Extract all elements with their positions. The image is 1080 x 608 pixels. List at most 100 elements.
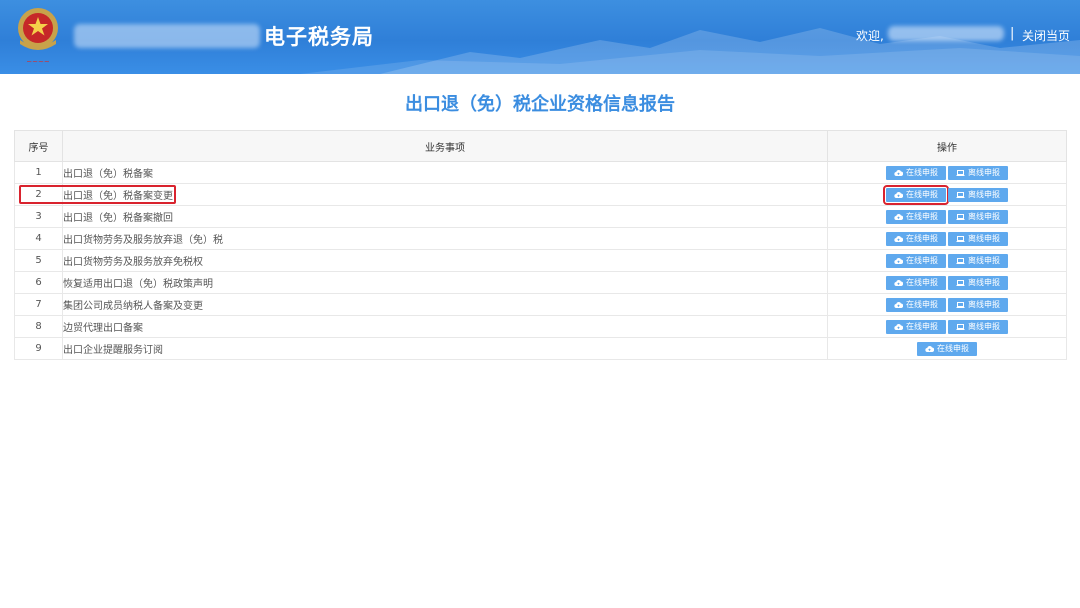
- row-number: 6: [14, 271, 63, 294]
- online-declare-label: 在线申报: [906, 189, 938, 199]
- online-declare-label: 在线申报: [906, 167, 938, 177]
- row-number: 7: [14, 293, 63, 316]
- online-declare-button[interactable]: 在线申报: [886, 253, 946, 268]
- blurred-user-name: [888, 26, 1004, 41]
- online-declare-label: 在线申报: [937, 343, 969, 353]
- offline-declare-button[interactable]: 离线申报: [948, 319, 1008, 334]
- laptop-icon: [956, 301, 965, 309]
- cloud-upload-icon: [894, 213, 903, 221]
- table-row: 5 出口货物劳务及服务放弃免税权 在线申报 离线申报: [14, 249, 1067, 272]
- offline-declare-label: 离线申报: [968, 233, 1000, 243]
- tax-emblem-icon: ~~~~: [18, 8, 58, 66]
- table-row: 9 出口企业提醒服务订阅 在线申报: [14, 337, 1067, 360]
- table-row: 3 出口退（免）税备案撤回 在线申报 离线申报: [14, 205, 1067, 228]
- table-row: 2 出口退（免）税备案变更 在线申报 离线申报: [14, 183, 1067, 206]
- online-declare-button[interactable]: 在线申报: [886, 297, 946, 312]
- operation-cell: 在线申报 离线申报: [827, 205, 1067, 228]
- cloud-upload-icon: [894, 191, 903, 199]
- business-item-name: 出口货物劳务及服务放弃免税权: [62, 249, 828, 272]
- cloud-upload-icon: [894, 235, 903, 243]
- page-title: 出口退（免）税企业资格信息报告: [405, 94, 675, 115]
- offline-declare-button[interactable]: 离线申报: [948, 231, 1008, 246]
- business-item-name: 边贸代理出口备案: [62, 315, 828, 338]
- welcome-text: 欢迎,: [856, 29, 884, 43]
- row-number: 4: [14, 227, 63, 250]
- operation-cell: 在线申报 离线申报: [827, 271, 1067, 294]
- business-item-name: 出口退（免）税备案变更: [62, 183, 828, 206]
- online-declare-label: 在线申报: [906, 211, 938, 221]
- online-declare-button[interactable]: 在线申报: [886, 319, 946, 334]
- cloud-upload-icon: [894, 301, 903, 309]
- row-number: 2: [14, 183, 63, 206]
- operation-cell: 在线申报 离线申报: [827, 161, 1067, 184]
- row-number: 5: [14, 249, 63, 272]
- offline-declare-label: 离线申报: [968, 321, 1000, 331]
- row-number: 3: [14, 205, 63, 228]
- laptop-icon: [956, 279, 965, 287]
- col-header-operation: 操作: [827, 130, 1067, 162]
- laptop-icon: [956, 323, 965, 331]
- table-row: 6 恢复适用出口退（免）税政策声明 在线申报 离线申报: [14, 271, 1067, 294]
- business-table: 序号 业务事项 操作 1 出口退（免）税备案 在线申报 离线申报 2 出口退（免）税备案变…: [14, 130, 1067, 360]
- laptop-icon: [956, 257, 965, 265]
- offline-declare-button[interactable]: 离线申报: [948, 209, 1008, 224]
- laptop-icon: [956, 191, 965, 199]
- online-declare-button[interactable]: 在线申报: [883, 184, 949, 205]
- business-item-name: 出口退（免）税备案: [62, 161, 828, 184]
- business-item-name: 出口货物劳务及服务放弃退（免）税: [62, 227, 828, 250]
- row-number: 8: [14, 315, 63, 338]
- online-declare-label: 在线申报: [906, 277, 938, 287]
- laptop-icon: [956, 169, 965, 177]
- header-banner: ~~~~ 电子税务局 欢迎, | 关闭当页: [0, 0, 1080, 74]
- header-separator: |: [1010, 26, 1015, 41]
- close-page-link[interactable]: 关闭当页: [1022, 27, 1070, 44]
- cloud-upload-icon: [894, 279, 903, 287]
- online-declare-label: 在线申报: [906, 321, 938, 331]
- online-declare-button[interactable]: 在线申报: [886, 231, 946, 246]
- offline-declare-label: 离线申报: [968, 211, 1000, 221]
- online-declare-label: 在线申报: [906, 299, 938, 309]
- offline-declare-label: 离线申报: [968, 255, 1000, 265]
- online-declare-label: 在线申报: [906, 255, 938, 265]
- site-title: 电子税务局: [264, 25, 374, 49]
- table-row: 7 集团公司成员纳税人备案及变更 在线申报 离线申报: [14, 293, 1067, 316]
- col-header-item: 业务事项: [62, 130, 828, 162]
- row-number: 9: [14, 337, 63, 360]
- row-number: 1: [14, 161, 63, 184]
- operation-cell: 在线申报 离线申报: [827, 227, 1067, 250]
- operation-cell: 在线申报: [827, 337, 1067, 360]
- operation-cell: 在线申报 离线申报: [827, 293, 1067, 316]
- offline-declare-label: 离线申报: [968, 189, 1000, 199]
- cloud-upload-icon: [894, 323, 903, 331]
- svg-text:~~~~: ~~~~: [26, 58, 50, 66]
- online-declare-button[interactable]: 在线申报: [886, 209, 946, 224]
- table-row: 4 出口货物劳务及服务放弃退（免）税 在线申报 离线申报: [14, 227, 1067, 250]
- table-row: 1 出口退（免）税备案 在线申报 离线申报: [14, 161, 1067, 184]
- table-row: 8 边贸代理出口备案 在线申报 离线申报: [14, 315, 1067, 338]
- laptop-icon: [956, 213, 965, 221]
- offline-declare-label: 离线申报: [968, 277, 1000, 287]
- business-item-name: 恢复适用出口退（免）税政策声明: [62, 271, 828, 294]
- online-declare-button[interactable]: 在线申报: [886, 165, 946, 180]
- offline-declare-button[interactable]: 离线申报: [948, 297, 1008, 312]
- offline-declare-label: 离线申报: [968, 167, 1000, 177]
- online-declare-button[interactable]: 在线申报: [886, 275, 946, 290]
- operation-cell: 在线申报 离线申报: [827, 315, 1067, 338]
- business-item-name: 出口企业提醒服务订阅: [62, 337, 828, 360]
- blurred-agency-name: [74, 24, 260, 48]
- cloud-upload-icon: [894, 257, 903, 265]
- table-header-row: 序号 业务事项 操作: [14, 130, 1067, 162]
- offline-declare-button[interactable]: 离线申报: [948, 187, 1008, 202]
- cloud-upload-icon: [925, 345, 934, 353]
- online-declare-label: 在线申报: [906, 233, 938, 243]
- business-item-name: 集团公司成员纳税人备案及变更: [62, 293, 828, 316]
- offline-declare-label: 离线申报: [968, 299, 1000, 309]
- business-item-name: 出口退（免）税备案撤回: [62, 205, 828, 228]
- operation-cell: 在线申报 离线申报: [827, 249, 1067, 272]
- offline-declare-button[interactable]: 离线申报: [948, 275, 1008, 290]
- online-declare-button[interactable]: 在线申报: [917, 341, 977, 356]
- offline-declare-button[interactable]: 离线申报: [948, 165, 1008, 180]
- offline-declare-button[interactable]: 离线申报: [948, 253, 1008, 268]
- cloud-upload-icon: [894, 169, 903, 177]
- operation-cell: 在线申报 离线申报: [827, 183, 1067, 206]
